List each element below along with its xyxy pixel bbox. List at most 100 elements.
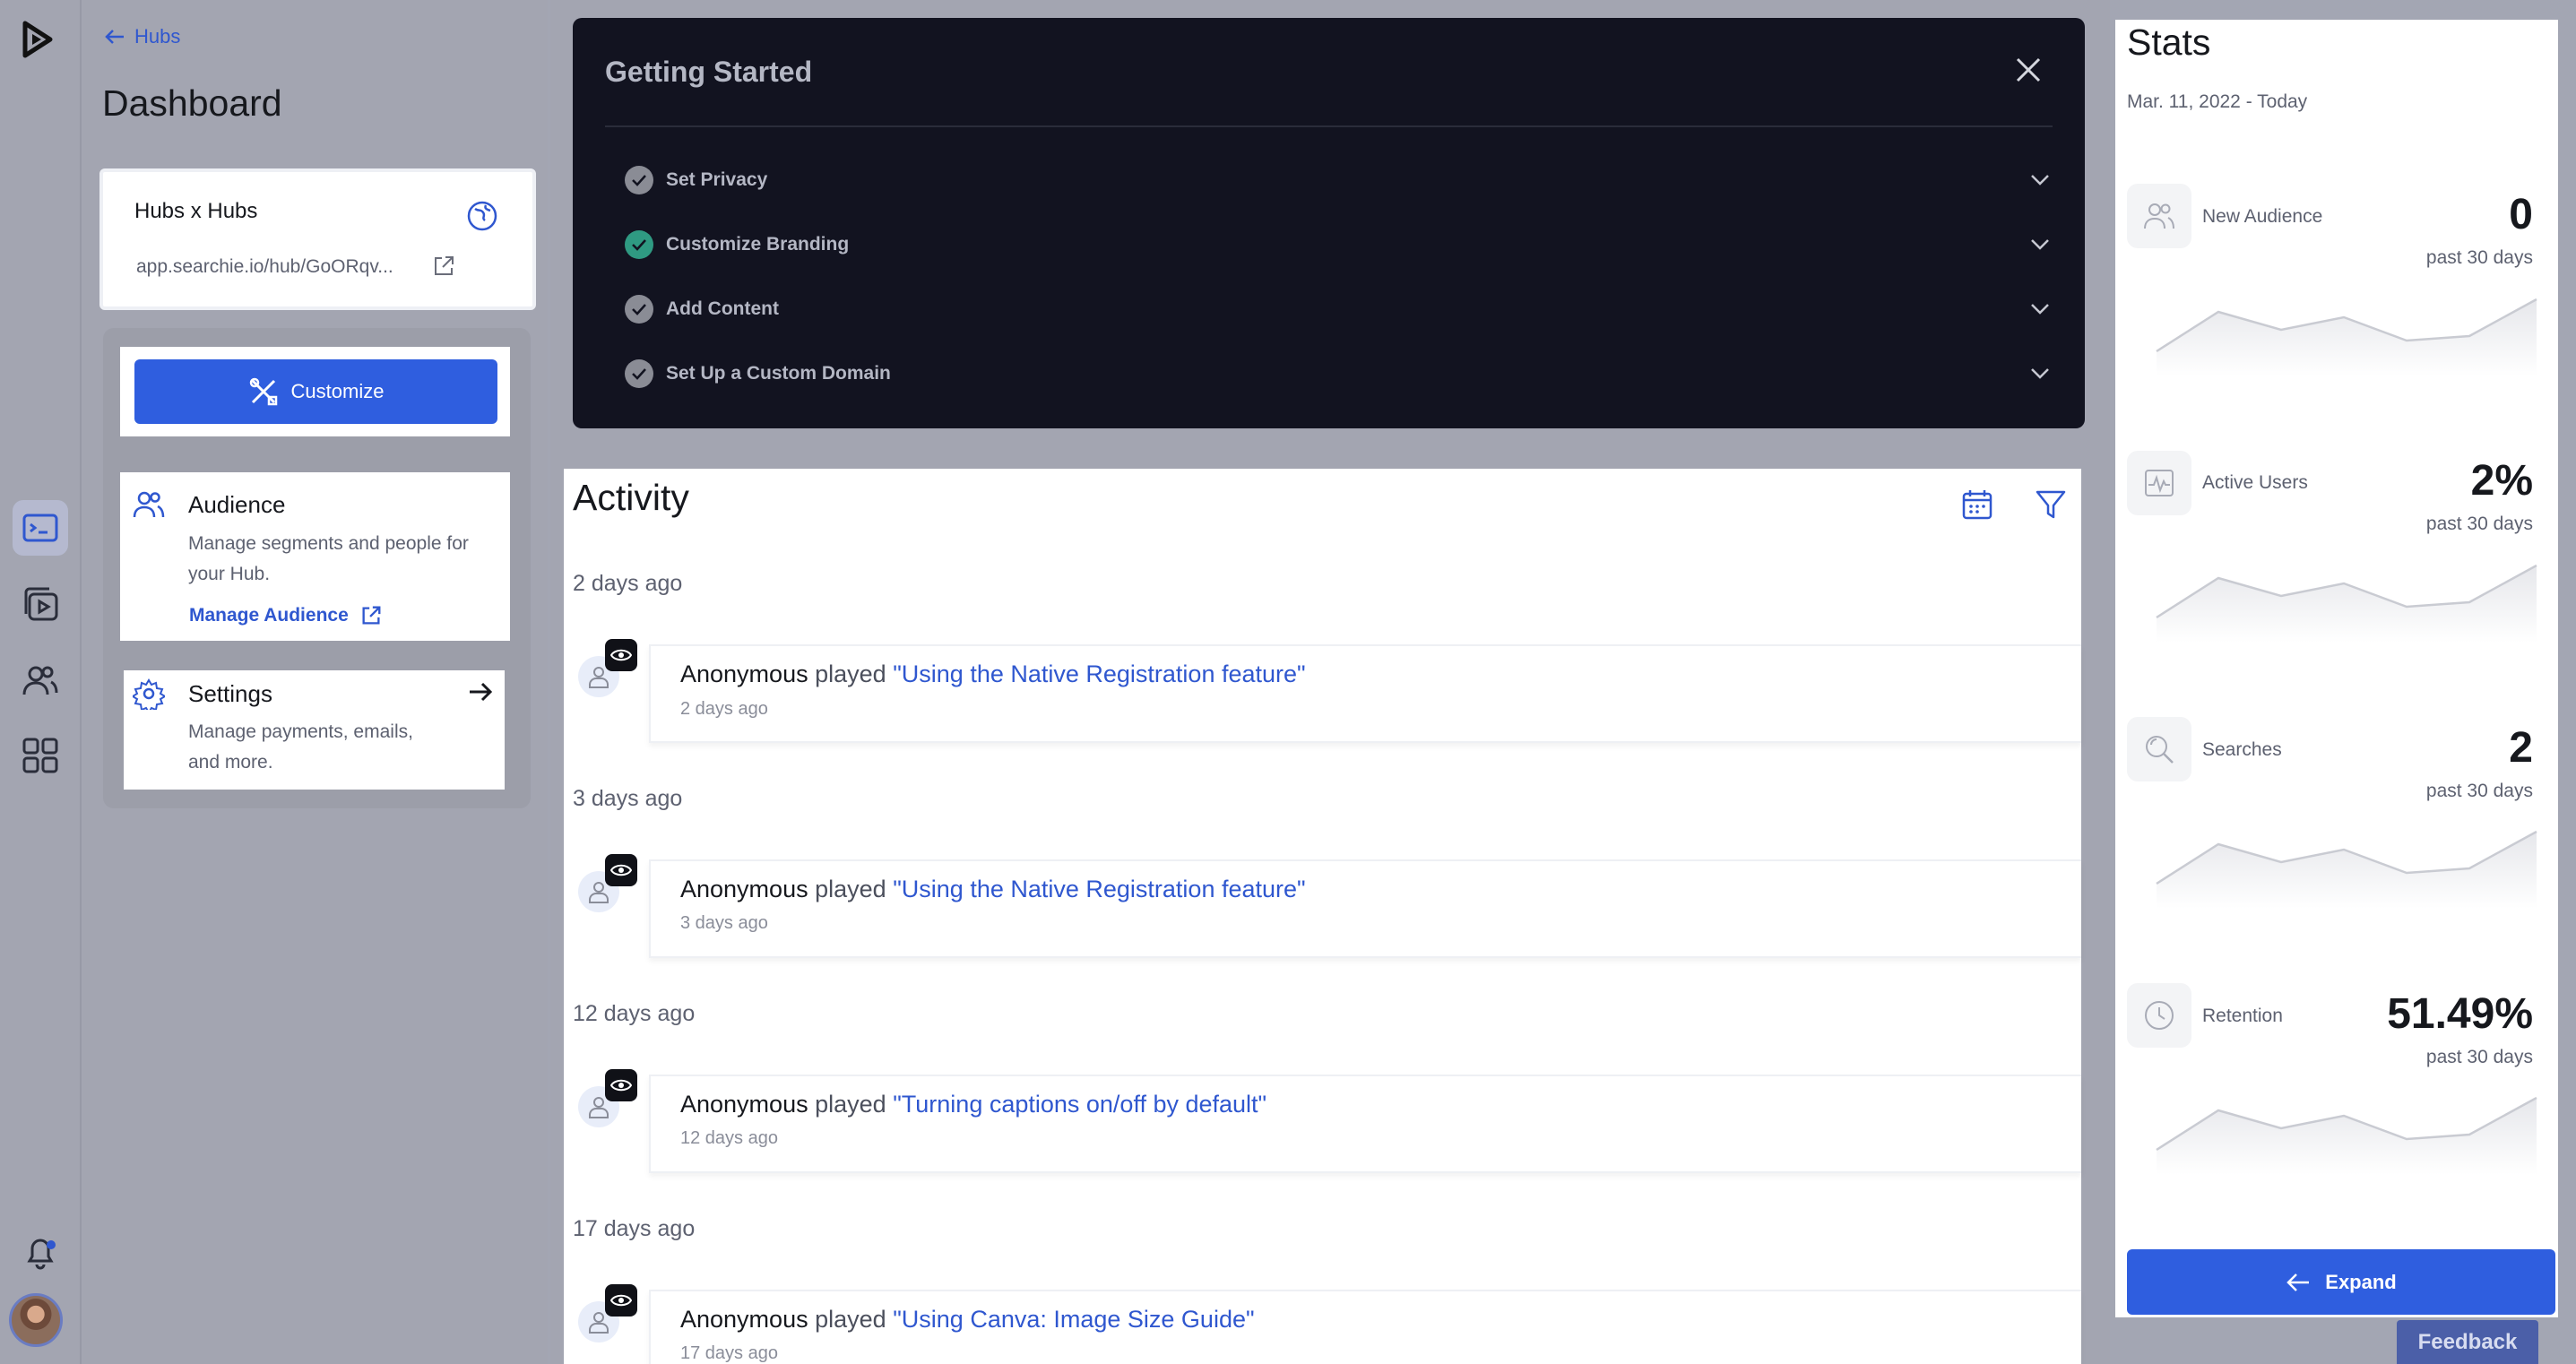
eye-icon [605,1069,637,1101]
hub-card [99,168,536,310]
nav-people-icon[interactable] [13,652,68,708]
user-avatar[interactable] [9,1293,63,1347]
activity-time: 2 days ago [680,699,768,719]
step-set-privacy[interactable]: Set Privacy [625,162,2050,198]
settings-description-2: and more. [188,752,273,773]
expand-label: Expand [2325,1270,2397,1293]
globe-icon[interactable] [466,200,498,237]
activity-time: 17 days ago [680,1343,778,1363]
stats-date-range: Mar. 11, 2022 - Today [2127,91,2308,112]
step-add-content[interactable]: Add Content [625,291,2050,327]
gear-icon [131,678,167,714]
eye-icon [605,1284,637,1317]
activity-text: Anonymous played "Using the Native Regis… [680,876,1306,903]
searches-sparkline [2156,830,2537,909]
activity-text: Anonymous played "Using Canva: Image Siz… [680,1306,1255,1334]
stat-period: past 30 days [2425,514,2533,534]
stat-period: past 30 days [2425,247,2533,268]
activity-video-link[interactable]: "Using the Native Registration feature" [893,660,1305,687]
manage-audience-label: Manage Audience [189,605,349,626]
divider [605,125,2053,127]
search-icon [2127,717,2191,781]
arrow-left-icon [2286,1273,2310,1291]
external-link-icon [362,606,381,625]
activity-video-link[interactable]: "Turning captions on/off by default" [893,1091,1266,1118]
hub-url: app.searchie.io/hub/GoORqv... [136,256,393,277]
activity-verb: played [815,1091,886,1118]
hub-name: Hubs x Hubs [134,199,258,223]
day-label: 12 days ago [573,1001,696,1026]
activity-video-link[interactable]: "Using the Native Registration feature" [893,876,1305,902]
stat-value: 51.49% [2387,990,2533,1038]
activity-video-link[interactable]: "Using Canva: Image Size Guide" [893,1306,1254,1333]
filter-icon[interactable] [2035,488,2067,525]
activity-time: 12 days ago [680,1128,778,1148]
pulse-icon [2127,451,2191,515]
activity-time: 3 days ago [680,913,768,933]
arrow-left-icon [105,30,124,44]
expand-stats-button[interactable]: Expand [2127,1249,2555,1315]
day-label: 17 days ago [573,1216,696,1241]
app-logo-icon[interactable] [16,18,59,61]
stat-value: 2% [2470,457,2533,505]
stat-label: Searches [2202,739,2282,760]
retention-sparkline [2156,1096,2537,1175]
back-to-hubs-link[interactable]: Hubs [104,25,180,48]
settings-title: Settings [188,680,272,707]
getting-started-title: Getting Started [605,56,813,88]
step-custom-domain[interactable]: Set Up a Custom Domain [625,356,2050,392]
chevron-down-icon [2031,239,2049,250]
chevron-down-icon [2031,368,2049,379]
page-title: Dashboard [102,82,282,124]
step-label: Customize Branding [666,234,850,255]
check-icon [625,230,653,259]
chevron-down-icon [2031,175,2049,186]
eye-icon [605,854,637,886]
activity-item[interactable] [649,1075,2081,1173]
stat-label: Retention [2202,1006,2283,1026]
back-link-label: Hubs [134,25,181,47]
activity-verb: played [815,660,886,687]
feedback-button[interactable]: Feedback [2397,1320,2538,1364]
stats-title: Stats [2127,22,2211,63]
new-audience-sparkline [2156,298,2537,376]
activity-verb: played [815,1306,886,1333]
arrow-right-icon[interactable] [468,681,493,707]
nav-media-icon[interactable] [13,577,68,633]
customize-label: Customize [290,380,385,402]
close-icon[interactable] [2014,56,2043,89]
activity-text: Anonymous played "Using the Native Regis… [680,660,1306,688]
nav-apps-icon[interactable] [13,728,68,783]
audience-description-1: Manage segments and people for [188,533,469,554]
customize-button[interactable]: Customize [134,359,497,424]
users-icon [2127,184,2191,248]
stat-label: Active Users [2202,472,2308,493]
check-icon [625,295,653,324]
activity-item[interactable] [649,859,2081,958]
activity-user: Anonymous [680,876,808,902]
settings-description-1: Manage payments, emails, [188,721,413,742]
nav-dashboard-icon[interactable] [13,500,68,556]
chevron-down-icon [2031,304,2049,315]
activity-verb: played [815,876,886,902]
step-label: Set Privacy [666,169,768,190]
activity-user: Anonymous [680,1306,808,1333]
activity-item[interactable] [649,644,2081,743]
stat-value: 2 [2509,724,2533,772]
stat-period: past 30 days [2425,781,2533,801]
step-label: Set Up a Custom Domain [666,363,891,384]
check-icon [625,166,653,194]
activity-text: Anonymous played "Turning captions on/of… [680,1091,1266,1118]
calendar-icon[interactable] [1961,488,1993,525]
clock-icon [2127,983,2191,1048]
external-link-icon[interactable] [431,254,456,283]
audience-description-2: your Hub. [188,564,271,584]
notifications-bell-icon[interactable] [13,1224,68,1280]
stat-value: 0 [2509,191,2533,238]
audience-icon [133,488,165,525]
step-customize-branding[interactable]: Customize Branding [625,227,2050,263]
day-label: 2 days ago [573,571,683,596]
manage-audience-link[interactable]: Manage Audience [189,604,383,627]
activity-user: Anonymous [680,1091,808,1118]
check-icon [625,359,653,388]
